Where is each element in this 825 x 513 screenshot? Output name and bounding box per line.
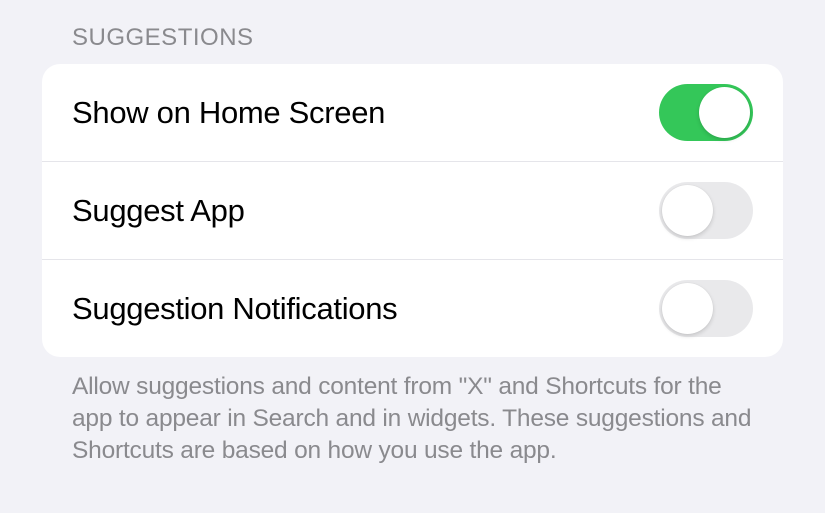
toggle-suggestion-notifications[interactable] (659, 280, 753, 337)
toggle-knob (662, 283, 713, 334)
setting-row-suggest-app: Suggest App (42, 162, 783, 260)
settings-section: SUGGESTIONS Show on Home Screen Suggest … (0, 0, 825, 467)
toggle-show-on-home-screen[interactable] (659, 84, 753, 141)
section-header: SUGGESTIONS (42, 24, 783, 64)
section-footer: Allow suggestions and content from "X" a… (42, 357, 783, 467)
setting-row-suggestion-notifications: Suggestion Notifications (42, 260, 783, 357)
setting-label: Suggestion Notifications (72, 291, 397, 327)
setting-row-show-on-home-screen: Show on Home Screen (42, 64, 783, 162)
toggle-knob (699, 87, 750, 138)
setting-label: Show on Home Screen (72, 95, 385, 131)
setting-label: Suggest App (72, 193, 245, 229)
toggle-knob (662, 185, 713, 236)
settings-group: Show on Home Screen Suggest App Suggesti… (42, 64, 783, 357)
toggle-suggest-app[interactable] (659, 182, 753, 239)
